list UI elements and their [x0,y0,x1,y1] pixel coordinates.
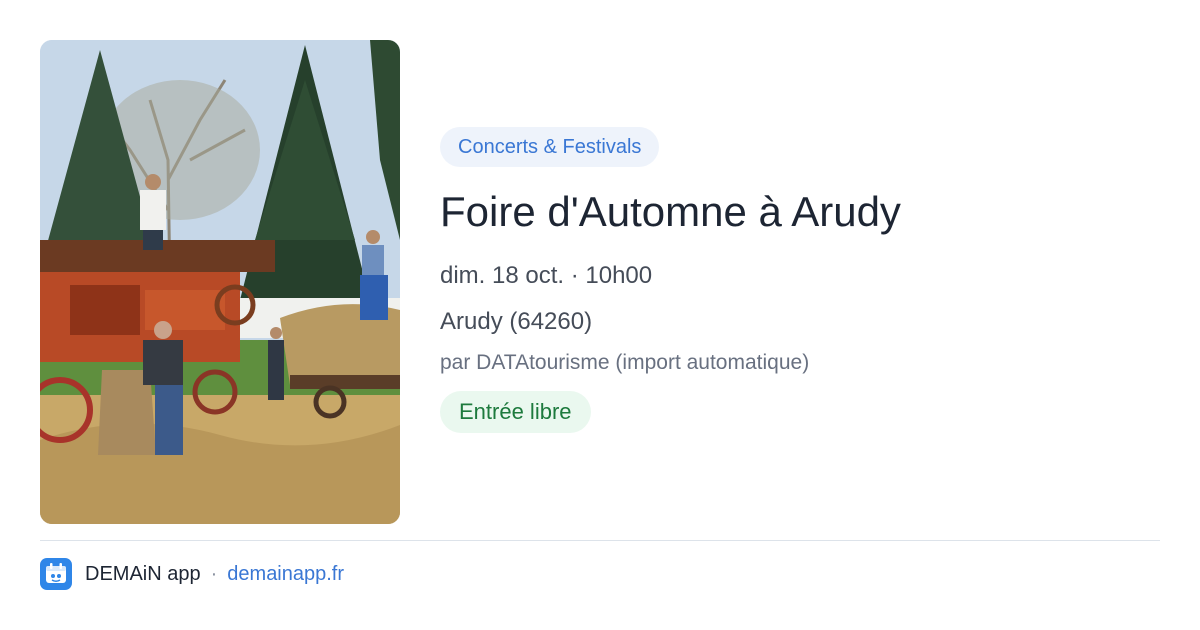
category-tag[interactable]: Concerts & Festivals [440,127,660,167]
footer: DEMAiN app · demainapp.fr [40,558,344,590]
event-title: Foire d'Automne à Arudy [440,188,901,235]
app-url-link[interactable]: demainapp.fr [227,563,344,586]
event-photo [40,40,400,524]
event-info: Concerts & Festivals Foire d'Automne à A… [440,127,1160,433]
event-source: par DATAtourisme (import automatique) [440,351,810,374]
footer-separator: · [210,562,218,585]
app-name: DEMAiN app [85,562,201,585]
event-date: dim. 18 oct. · 10h00 [440,262,653,289]
demain-app-icon [40,558,72,590]
price-badge: Entrée libre [440,391,591,433]
footer-divider [40,540,1160,541]
event-location: Arudy (64260) [440,308,593,335]
